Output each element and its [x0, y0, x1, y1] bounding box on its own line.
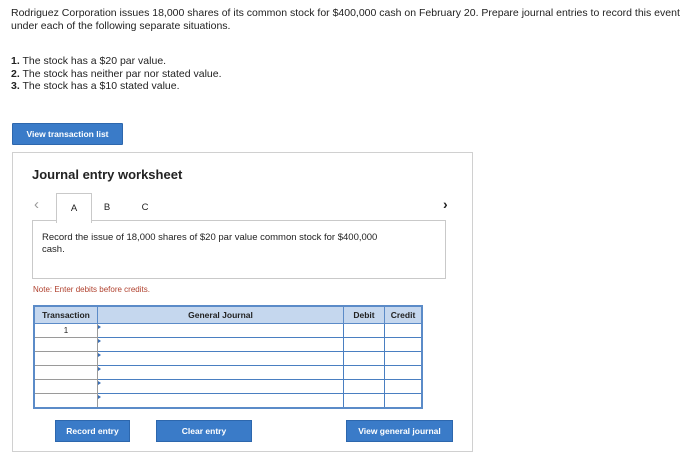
journal-entry-worksheet: Journal entry worksheet ‹ A B C › Record…: [12, 152, 473, 452]
transaction-description: Record the issue of 18,000 shares of $20…: [42, 232, 378, 255]
credit-input[interactable]: [384, 323, 423, 338]
tab-b[interactable]: B: [97, 193, 117, 221]
general-journal-input[interactable]: [97, 379, 344, 394]
tab-a[interactable]: A: [56, 193, 92, 223]
general-journal-input[interactable]: [97, 351, 344, 366]
table-row: [33, 337, 423, 352]
clear-entry-button[interactable]: Clear entry: [156, 420, 252, 442]
transaction-cell: [33, 365, 98, 380]
debit-input[interactable]: [343, 379, 385, 394]
requirement-number: 3.: [11, 80, 20, 92]
requirement-text: The stock has a $10 stated value.: [19, 80, 180, 92]
tab-c[interactable]: C: [135, 193, 155, 221]
debit-input[interactable]: [343, 351, 385, 366]
requirement-item: 1. The stock has a $20 par value.: [11, 55, 222, 68]
requirement-text: The stock has neither par nor stated val…: [19, 67, 222, 80]
transaction-cell: [33, 337, 98, 352]
credit-input[interactable]: [384, 351, 423, 366]
transaction-cell: [33, 351, 98, 366]
requirement-text: The stock has a $20 par value.: [19, 55, 167, 67]
journal-table: Transaction General Journal Debit Credit…: [33, 305, 423, 409]
table-row: [33, 393, 423, 409]
transaction-description-box: Record the issue of 18,000 shares of $20…: [32, 220, 446, 279]
transaction-cell: 1: [33, 323, 98, 338]
requirement-number: 1.: [11, 55, 20, 67]
general-journal-input[interactable]: [97, 323, 344, 338]
question-text: Rodriguez Corporation issues 18,000 shar…: [11, 7, 680, 32]
header-transaction: Transaction: [33, 305, 98, 324]
worksheet-title: Journal entry worksheet: [32, 167, 183, 182]
view-general-journal-button[interactable]: View general journal: [346, 420, 453, 442]
table-row: [33, 379, 423, 394]
requirement-item: 3. The stock has a $10 stated value.: [11, 80, 222, 93]
record-entry-button[interactable]: Record entry: [55, 420, 130, 442]
table-row: [33, 365, 423, 380]
transaction-cell: [33, 393, 98, 409]
debit-input[interactable]: [343, 337, 385, 352]
requirements-list: 1. The stock has a $20 par value. 2. The…: [11, 55, 222, 93]
credit-input[interactable]: [384, 365, 423, 380]
requirement-number: 2.: [11, 67, 20, 80]
credit-input[interactable]: [384, 393, 423, 409]
chevron-right-icon[interactable]: ›: [443, 196, 448, 212]
requirement-item: 2. The stock has neither par nor stated …: [11, 68, 222, 81]
note-text: Note: Enter debits before credits.: [33, 285, 150, 294]
table-row: 1: [33, 323, 423, 338]
general-journal-input[interactable]: [97, 365, 344, 380]
general-journal-input[interactable]: [97, 337, 344, 352]
credit-input[interactable]: [384, 379, 423, 394]
debit-input[interactable]: [343, 365, 385, 380]
transaction-cell: [33, 379, 98, 394]
chevron-left-icon[interactable]: ‹: [34, 196, 39, 213]
general-journal-input[interactable]: [97, 393, 344, 409]
header-general-journal: General Journal: [97, 305, 344, 324]
credit-input[interactable]: [384, 337, 423, 352]
debit-input[interactable]: [343, 393, 385, 409]
header-credit: Credit: [384, 305, 423, 324]
view-transaction-list-button[interactable]: View transaction list: [12, 123, 123, 145]
debit-input[interactable]: [343, 323, 385, 338]
header-debit: Debit: [343, 305, 385, 324]
table-row: [33, 351, 423, 366]
